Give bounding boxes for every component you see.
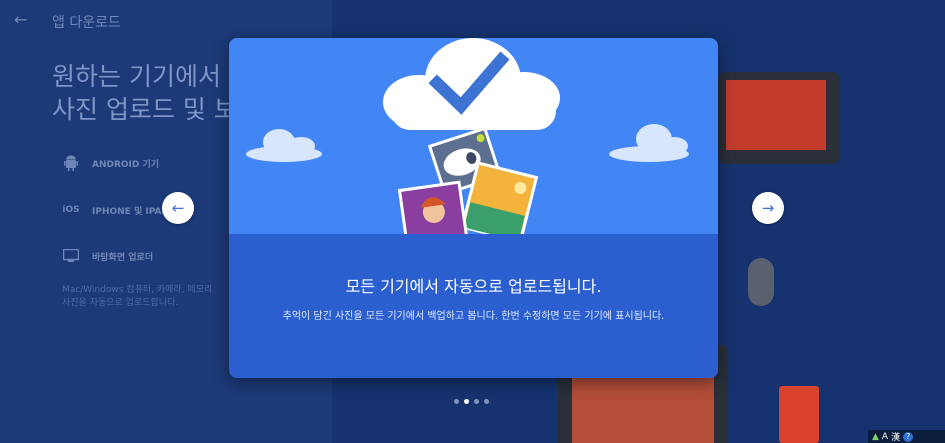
option-ios[interactable]: iOS IPHONE 및 IPAD [62, 201, 169, 219]
android-icon [62, 154, 80, 172]
mouse-illustration [748, 258, 774, 306]
back-arrow-icon[interactable]: ← [14, 11, 32, 29]
option-label: 바탕화면 업로더 [92, 252, 154, 263]
arrow-right-icon: → [761, 199, 775, 217]
ios-icon: iOS [62, 205, 80, 215]
carousel-title: 모든 기기에서 자동으로 업로드됩니다. [345, 277, 602, 296]
carousel-description: 추억이 담긴 사진을 모든 기기에서 백업하고 봅니다. 한번 수정하면 모든 … [282, 311, 665, 322]
carousel-text-panel [229, 234, 718, 378]
carousel-next-button[interactable]: → [752, 192, 784, 224]
small-device-illustration [779, 386, 819, 443]
carousel-dot[interactable] [484, 399, 489, 404]
carousel-dialog: 모든 기기에서 자동으로 업로드됩니다. 추억이 담긴 사진을 모든 기기에서 … [229, 38, 718, 378]
tablet-illustration [718, 72, 840, 164]
option-desktop-uploader[interactable]: 바탕화면 업로더 [62, 247, 153, 265]
option-android[interactable]: ANDROID 기기 [62, 154, 159, 172]
system-tray: ▲ A 漢 ? [868, 430, 945, 443]
monitor-icon [62, 247, 80, 265]
options-description: Mac/Windows 컴퓨터, 카메라, 메모리 사진을 자동으로 업로드합니… [62, 285, 213, 308]
carousel-prev-button[interactable]: ← [162, 192, 194, 224]
hero-heading: 원하는 기기에서 사진 업로드 및 보 [52, 62, 237, 124]
carousel-illustration [229, 38, 718, 248]
option-label: IPHONE 및 IPAD [92, 206, 169, 217]
help-icon[interactable]: ? [903, 431, 914, 442]
page-title: 앱 다운로드 [52, 15, 121, 31]
shield-icon[interactable]: ▲ [872, 432, 879, 442]
carousel-pagination [454, 399, 489, 404]
ime-mode-indicator[interactable]: A [882, 432, 888, 442]
carousel-dot-active[interactable] [464, 399, 469, 404]
ime-hanja-indicator[interactable]: 漢 [891, 430, 900, 443]
option-label: ANDROID 기기 [92, 159, 160, 170]
arrow-left-icon: ← [171, 199, 185, 217]
carousel-dot[interactable] [474, 399, 479, 404]
carousel-dot[interactable] [454, 399, 459, 404]
